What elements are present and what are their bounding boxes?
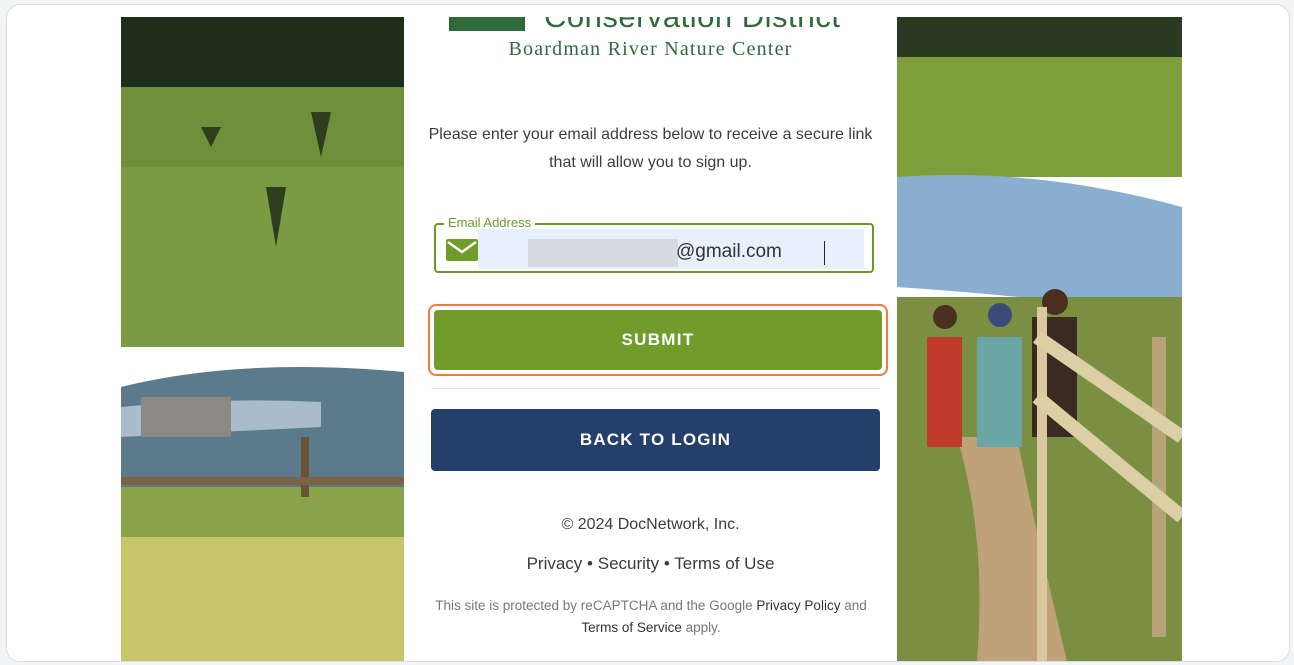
email-input-value[interactable]: @gmail.com bbox=[676, 241, 782, 263]
organization-logo: Conservation District Boardman River Nat… bbox=[404, 17, 897, 77]
recaptcha-terms-link[interactable]: Terms of Service bbox=[581, 620, 682, 635]
logo-subtitle: Boardman River Nature Center bbox=[508, 38, 793, 60]
email-input-autofill-bg[interactable]: @gmail.com bbox=[478, 229, 864, 269]
submit-button[interactable]: SUBMIT bbox=[434, 310, 882, 370]
signup-card: Conservation District Boardman River Nat… bbox=[404, 17, 897, 661]
logo-title: Conservation District bbox=[544, 17, 840, 35]
recaptcha-notice: This site is protected by reCAPTCHA and … bbox=[422, 595, 880, 639]
copyright-text: © 2024 DocNetwork, Inc. bbox=[561, 516, 740, 533]
logo-mark bbox=[449, 17, 525, 31]
browser-frame: Conservation District Boardman River Nat… bbox=[6, 4, 1290, 662]
email-field-label: Email Address bbox=[444, 215, 536, 230]
right-background-photo bbox=[897, 17, 1182, 661]
divider bbox=[431, 388, 880, 389]
recaptcha-prefix: This site is protected by reCAPTCHA and … bbox=[435, 598, 753, 613]
security-link[interactable]: Security bbox=[598, 554, 659, 573]
envelope-icon bbox=[446, 239, 478, 261]
privacy-link[interactable]: Privacy bbox=[527, 554, 583, 573]
recaptcha-and: and bbox=[844, 598, 867, 613]
footer-links: Privacy • Security • Terms of Use bbox=[404, 554, 897, 574]
link-separator: • bbox=[587, 554, 593, 573]
submit-focus-ring: SUBMIT bbox=[428, 304, 888, 376]
terms-of-use-link[interactable]: Terms of Use bbox=[674, 554, 774, 573]
email-field[interactable]: Email Address @gmail.com bbox=[434, 215, 874, 273]
back-to-login-button[interactable]: BACK TO LOGIN bbox=[431, 409, 880, 471]
link-separator: • bbox=[663, 554, 670, 573]
left-background-photo bbox=[121, 17, 404, 661]
redacted-email-part bbox=[528, 239, 678, 267]
recaptcha-suffix: apply. bbox=[685, 620, 721, 635]
text-caret bbox=[824, 241, 825, 265]
recaptcha-privacy-policy-link[interactable]: Privacy Policy bbox=[756, 598, 840, 613]
intro-text: Please enter your email address below to… bbox=[428, 126, 873, 171]
